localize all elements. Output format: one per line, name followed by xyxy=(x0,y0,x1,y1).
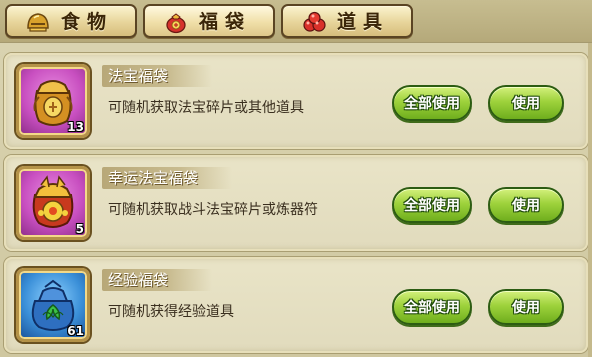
item-quantity: 61 xyxy=(67,324,84,338)
use-label: 使用 xyxy=(512,300,540,316)
tab-items[interactable]: 道具 xyxy=(281,4,413,38)
berries-icon xyxy=(303,11,326,32)
use-all-label: 全部使用 xyxy=(404,198,460,214)
use-all-button[interactable]: 全部使用 xyxy=(392,289,472,325)
item-name: 幸运法宝福袋 xyxy=(108,169,199,187)
lucky-bag-icon xyxy=(166,13,186,34)
list-item: 61 经验福袋 可随机获得经验道具 全部使用 使用 xyxy=(4,257,588,353)
list-item: 5 幸运法宝福袋 可随机获取战斗法宝碎片或炼器符 全部使用 使用 xyxy=(4,155,588,251)
item-list-panel: 13 法宝福袋 可随机获取法宝碎片或其他道具 全部使用 使用 5 幸运法宝福袋 … xyxy=(0,42,592,357)
use-label: 使用 xyxy=(512,96,540,112)
item-description: 可随机获取法宝碎片或其他道具 xyxy=(108,100,304,116)
tab-lucky-bag[interactable]: 福袋 xyxy=(143,4,275,38)
use-all-label: 全部使用 xyxy=(404,96,460,112)
item-name: 法宝福袋 xyxy=(108,67,169,85)
item-icon-frame[interactable]: 61 xyxy=(16,268,90,342)
helmet-icon xyxy=(27,13,49,32)
use-button[interactable]: 使用 xyxy=(488,289,564,325)
item-description: 可随机获取战斗法宝碎片或炼器符 xyxy=(108,202,318,218)
item-quantity: 13 xyxy=(67,120,84,134)
use-button[interactable]: 使用 xyxy=(488,187,564,223)
item-icon-frame[interactable]: 5 xyxy=(16,166,90,240)
item-quantity: 5 xyxy=(75,222,84,236)
use-button[interactable]: 使用 xyxy=(488,85,564,121)
use-all-label: 全部使用 xyxy=(404,300,460,316)
item-icon-frame[interactable]: 13 xyxy=(16,64,90,138)
tab-food[interactable]: 食物 xyxy=(5,4,137,38)
use-all-button[interactable]: 全部使用 xyxy=(392,85,472,121)
tab-label: 福袋 xyxy=(199,11,252,33)
item-description: 可随机获得经验道具 xyxy=(108,304,234,320)
tab-label: 食物 xyxy=(61,11,114,33)
tab-label: 道具 xyxy=(337,11,390,33)
item-name: 经验福袋 xyxy=(108,271,169,289)
list-scrollbar[interactable] xyxy=(588,43,592,357)
use-all-button[interactable]: 全部使用 xyxy=(392,187,472,223)
list-item: 13 法宝福袋 可随机获取法宝碎片或其他道具 全部使用 使用 xyxy=(4,53,588,149)
use-label: 使用 xyxy=(512,198,540,214)
tab-bar: 食物 福袋 道具 xyxy=(0,0,592,42)
